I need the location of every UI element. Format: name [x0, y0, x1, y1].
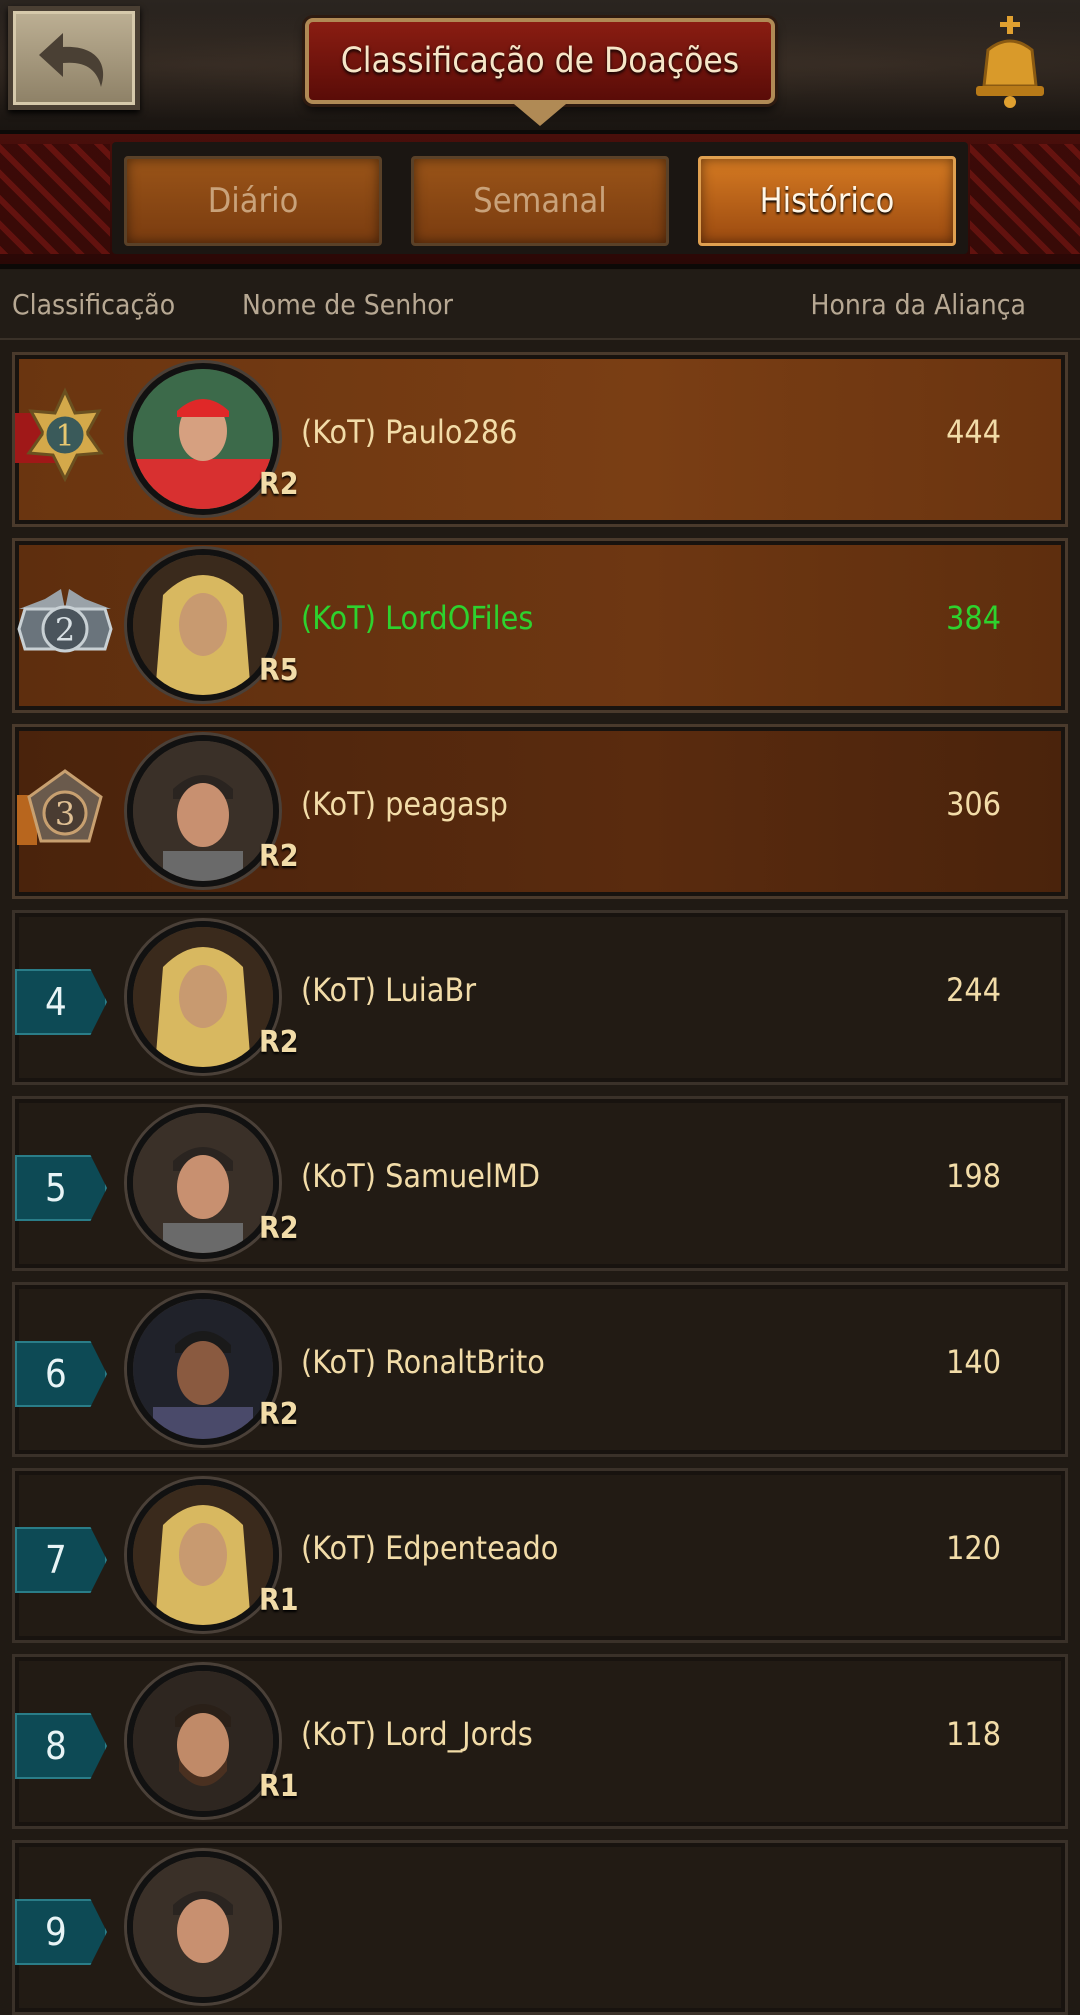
tab-strip: Diário Semanal Histórico	[112, 142, 968, 254]
member-rank-badge: R5	[259, 653, 299, 688]
player-name[interactable]: (KoT) Paulo286	[301, 413, 517, 451]
player-name[interactable]: (KoT) Lord_Jords	[301, 1715, 533, 1753]
member-rank-badge: R2	[259, 839, 299, 874]
avatar[interactable]	[127, 363, 279, 515]
avatar[interactable]	[127, 1665, 279, 1817]
bronze-medal-icon: 3	[17, 769, 103, 845]
col-honor: Honra da Aliança	[810, 288, 1026, 321]
member-rank-badge: R2	[259, 1397, 299, 1432]
honor-value: 244	[946, 971, 1001, 1009]
svg-text:1: 1	[55, 419, 74, 454]
rank-tag: 9	[15, 1899, 107, 1965]
avatar[interactable]	[127, 1851, 279, 2003]
member-rank-badge: R2	[259, 1025, 299, 1060]
col-rank: Classificação	[12, 288, 176, 321]
top-bar: Classificação de Doações	[0, 0, 1080, 134]
rank-tag: 6	[15, 1341, 107, 1407]
honor-value: 384	[946, 599, 1001, 637]
avatar[interactable]	[127, 1107, 279, 1259]
player-name[interactable]: (KoT) Edpenteado	[301, 1529, 558, 1567]
player-name[interactable]: (KoT) LuiaBr	[301, 971, 476, 1009]
gold-medal-icon: 1	[15, 387, 104, 483]
list-item[interactable]: 5 R2 (KoT) SamuelMD 198	[12, 1096, 1068, 1271]
bell-icon[interactable]	[970, 14, 1050, 110]
column-headers: Classificação Nome de Senhor Honra da Al…	[0, 270, 1080, 340]
member-rank-badge: R2	[259, 467, 299, 502]
player-name[interactable]: (KoT) LordOFiles	[301, 599, 533, 637]
rank-tag: 4	[15, 969, 107, 1035]
tab-bar: Diário Semanal Histórico	[0, 134, 1080, 269]
rank-tag: 8	[15, 1713, 107, 1779]
avatar[interactable]	[127, 921, 279, 1073]
right-ornament	[970, 144, 1080, 254]
avatar[interactable]	[127, 735, 279, 887]
list-item[interactable]: 6 R2 (KoT) RonaltBrito 140	[12, 1282, 1068, 1457]
list-item[interactable]: 2 R5 (KoT) LordOFiles 384	[12, 538, 1068, 713]
list-item[interactable]: 1 R2 (KoT) Paulo286 444	[12, 352, 1068, 527]
honor-value: 306	[946, 785, 1001, 823]
back-button[interactable]	[8, 6, 140, 110]
list-item[interactable]: 8 R1 (KoT) Lord_Jords 118	[12, 1654, 1068, 1829]
honor-value: 118	[946, 1715, 1001, 1753]
title-plate: Classificação de Doações	[305, 18, 775, 126]
silver-medal-icon: 2	[17, 589, 113, 653]
svg-text:2: 2	[55, 611, 75, 649]
list-item[interactable]: 4 R2 (KoT) LuiaBr 244	[12, 910, 1068, 1085]
svg-text:3: 3	[55, 795, 75, 833]
member-rank-badge: R1	[259, 1769, 299, 1804]
back-arrow-icon	[39, 33, 104, 87]
rank-tag: 5	[15, 1155, 107, 1221]
player-name[interactable]: (KoT) peagasp	[301, 785, 508, 823]
tab-history[interactable]: Histórico	[698, 156, 956, 246]
member-rank-badge: R2	[259, 1211, 299, 1246]
tab-weekly[interactable]: Semanal	[411, 156, 669, 246]
honor-value: 140	[946, 1343, 1001, 1381]
player-name[interactable]: (KoT) RonaltBrito	[301, 1343, 545, 1381]
honor-value: 198	[946, 1157, 1001, 1195]
tab-daily[interactable]: Diário	[124, 156, 382, 246]
honor-value: 444	[946, 413, 1001, 451]
page-title: Classificação de Doações	[340, 41, 740, 81]
avatar[interactable]	[127, 1479, 279, 1631]
rank-tag: 7	[15, 1527, 107, 1593]
avatar[interactable]	[127, 549, 279, 701]
member-rank-badge: R1	[259, 1583, 299, 1618]
player-name[interactable]: (KoT) SamuelMD	[301, 1157, 540, 1195]
honor-value: 120	[946, 1529, 1001, 1567]
list-item[interactable]: 7 R1 (KoT) Edpenteado 120	[12, 1468, 1068, 1643]
col-name: Nome de Senhor	[242, 288, 453, 321]
avatar[interactable]	[127, 1293, 279, 1445]
list-item[interactable]: 9	[12, 1840, 1068, 2015]
list-item[interactable]: 3 R2 (KoT) peagasp 306	[12, 724, 1068, 899]
left-ornament	[0, 144, 110, 254]
